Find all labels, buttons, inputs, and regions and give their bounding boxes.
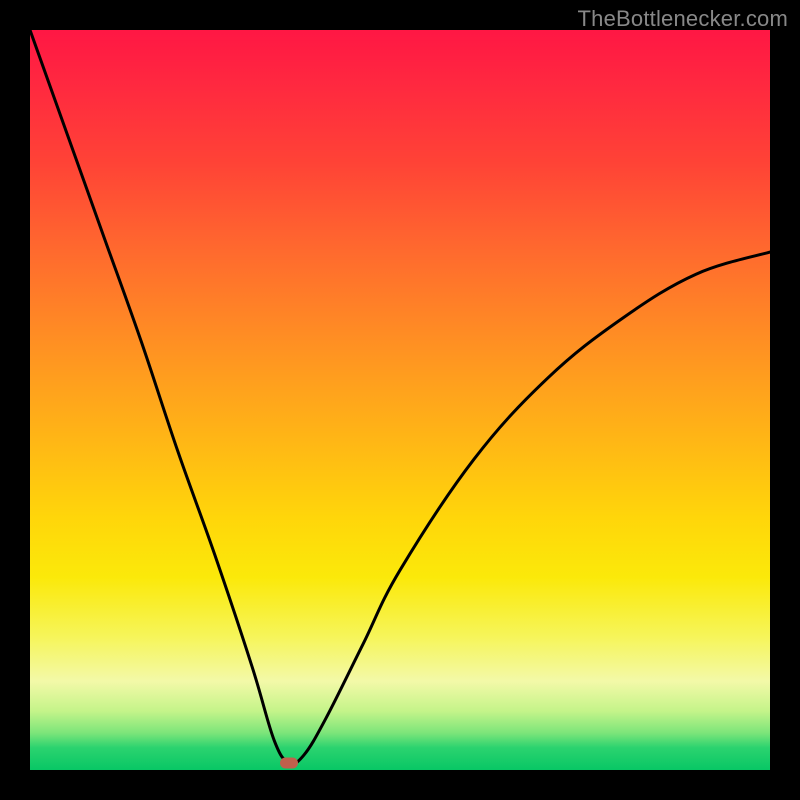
chart-stage: TheBottlenecker.com — [0, 0, 800, 800]
watermark-text: TheBottlenecker.com — [578, 6, 788, 32]
minimum-marker — [280, 757, 298, 768]
bottleneck-curve — [30, 30, 770, 770]
plot-area — [30, 30, 770, 770]
